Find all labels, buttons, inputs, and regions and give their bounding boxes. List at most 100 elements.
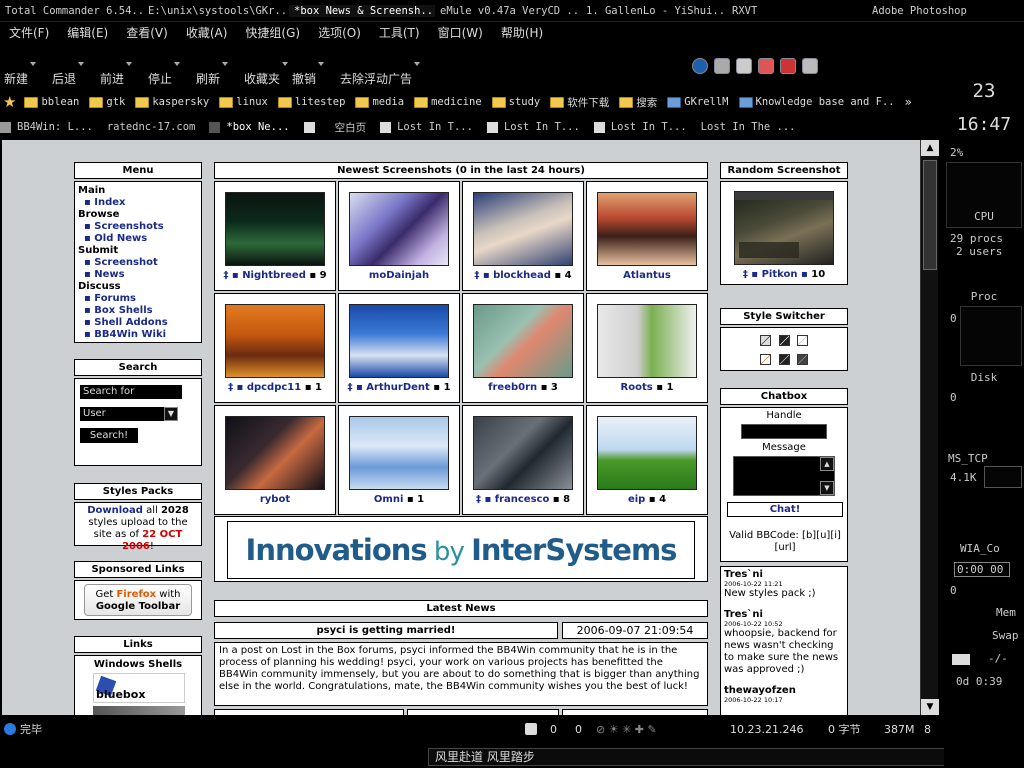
tab-blank[interactable]: 空白页	[335, 120, 367, 135]
style-swatch-3[interactable]	[796, 335, 808, 346]
nav-submit-screenshot[interactable]: Screenshot	[78, 257, 198, 269]
menu-options[interactable]: 选项(O)	[309, 24, 370, 44]
handle-input[interactable]	[741, 424, 827, 439]
stop-button[interactable]: 停止	[148, 62, 181, 87]
fav-media[interactable]: media	[355, 96, 404, 108]
scroll-down-arrow-icon[interactable]: ▼	[921, 699, 939, 715]
screenshot-author-link[interactable]: francesco	[495, 494, 550, 505]
tab-lost-3[interactable]: Lost In T...	[593, 121, 687, 133]
favorites-button[interactable]: 收藏夹	[244, 62, 289, 87]
fav-bblean[interactable]: bblean	[24, 96, 79, 108]
task-rxvt[interactable]: RXVT	[727, 5, 867, 17]
nav-screenshots[interactable]: Screenshots	[78, 221, 198, 233]
menu-edit[interactable]: 编辑(E)	[58, 24, 117, 44]
menu-shortcuts[interactable]: 快捷组(G)	[236, 24, 309, 44]
menu-help[interactable]: 帮助(H)	[492, 24, 552, 44]
nav-submit-news[interactable]: News	[78, 269, 198, 281]
fav-medicine[interactable]: medicine	[414, 96, 482, 108]
screenshot-thumbnail[interactable]	[473, 192, 573, 266]
screenshot-author-link[interactable]: Nightbreed	[242, 270, 306, 281]
screenshot-author-link[interactable]: eip	[628, 494, 645, 505]
fav-study[interactable]: study	[491, 96, 540, 108]
intersystems-ad-banner[interactable]: Innovations by InterSystems	[227, 521, 695, 579]
more-favorites-chevron-icon[interactable]: »	[905, 95, 912, 109]
news-title[interactable]: psyci is getting married!	[214, 622, 558, 639]
nav-box-shells[interactable]: Box Shells	[78, 305, 198, 317]
fav-knowledge-base[interactable]: Knowledge base and F..	[738, 96, 895, 108]
fav-gkrellm[interactable]: GKrellM	[667, 96, 729, 108]
search-input[interactable]: Search for	[80, 385, 182, 399]
style-swatch-1[interactable]	[760, 335, 772, 346]
firefox-google-toolbar-ad[interactable]: Get Firefox with Google Toolbar	[84, 584, 192, 616]
tab-lost-1[interactable]: Lost In T...	[380, 121, 473, 133]
screenshot-thumbnail[interactable]	[597, 192, 697, 266]
screenshot-author-link[interactable]: dpcdpc11	[247, 382, 301, 393]
nav-old-news[interactable]: Old News	[78, 233, 198, 245]
random-author-link[interactable]: Pitkon	[762, 269, 798, 280]
screenshot-thumbnail[interactable]	[225, 192, 325, 266]
new-button[interactable]: 新建	[4, 62, 37, 87]
nav-forums[interactable]: Forums	[78, 293, 198, 305]
task-explorer[interactable]: E:\unix\systools\GKr...	[143, 5, 289, 17]
screenshot-thumbnail[interactable]	[597, 304, 697, 378]
page-scrollbar[interactable]: ▲ ▼	[920, 140, 939, 715]
fav-software-download[interactable]: 软件下载	[550, 95, 609, 110]
screenshot-author-link[interactable]: ArthurDent	[366, 382, 430, 393]
nav-shell-addons[interactable]: Shell Addons	[78, 317, 198, 329]
scrollbar-thumb[interactable]	[923, 160, 937, 270]
tab-box-news[interactable]: *box Ne...	[209, 121, 290, 133]
menu-file[interactable]: 文件(F)	[0, 24, 58, 44]
screenshot-thumbnail[interactable]	[473, 304, 573, 378]
block-popup-icon[interactable]	[780, 58, 796, 74]
random-screenshot-thumbnail[interactable]	[734, 191, 834, 265]
nav-bb4win-wiki[interactable]: BB4Win Wiki	[78, 329, 198, 341]
undo-button[interactable]: 撤销	[292, 62, 325, 87]
favorites-star-icon[interactable]: ★	[3, 93, 16, 111]
screenshot-thumbnail[interactable]	[597, 416, 697, 490]
tab-bb4win[interactable]: BB4Win: L...	[0, 121, 93, 133]
style-swatch-4[interactable]	[760, 354, 772, 365]
eraser-icon[interactable]	[736, 58, 752, 74]
menu-view[interactable]: 查看(V)	[117, 24, 177, 44]
screenshot-author-link[interactable]: blockhead	[493, 270, 551, 281]
task-emule[interactable]: eMule v0.47a VeryCD ...	[435, 5, 581, 17]
screenshot-thumbnail[interactable]	[349, 416, 449, 490]
message-textarea[interactable]: ▲ ▼	[733, 456, 835, 496]
back-button[interactable]: 后退	[52, 62, 85, 87]
shell-banner[interactable]	[93, 706, 185, 715]
screenshot-thumbnail[interactable]	[225, 416, 325, 490]
task-gallenlo[interactable]: 1. GallenLo - YiShui...	[581, 5, 727, 17]
screenshot-author-link[interactable]: freeb0rn	[488, 382, 537, 393]
bluebox-link[interactable]: bluebox	[93, 673, 185, 703]
scroll-down-icon[interactable]: ▼	[820, 481, 834, 495]
refresh-button[interactable]: 刷新	[196, 62, 229, 87]
screenshot-thumbnail[interactable]	[473, 416, 573, 490]
screenshot-author-link[interactable]: Roots	[621, 382, 653, 393]
safari-icon[interactable]	[692, 58, 708, 74]
search-button[interactable]: Search!	[80, 428, 138, 443]
mail-icon[interactable]	[952, 654, 970, 665]
tab-play[interactable]	[303, 121, 321, 133]
task-photoshop[interactable]: Adobe Photoshop	[867, 5, 967, 17]
nav-index[interactable]: Index	[78, 197, 198, 209]
tab-lost-4[interactable]: Lost In The ...	[701, 121, 796, 133]
block-image-icon[interactable]	[758, 58, 774, 74]
style-swatch-2[interactable]	[778, 335, 790, 346]
popup-icon[interactable]	[525, 723, 537, 735]
fav-linux[interactable]: linux	[219, 96, 268, 108]
menu-favorites[interactable]: 收藏(A)	[177, 24, 237, 44]
style-swatch-6[interactable]	[796, 354, 808, 365]
fav-gtk[interactable]: gtk	[89, 96, 125, 108]
remove-float-ads-button[interactable]: 去除浮动广告	[340, 62, 421, 87]
screenshot-author-link[interactable]: Omni	[374, 494, 403, 505]
screenshot-thumbnail[interactable]	[349, 304, 449, 378]
scroll-up-arrow-icon[interactable]: ▲	[921, 140, 939, 156]
screenshot-thumbnail[interactable]	[349, 192, 449, 266]
menu-window[interactable]: 窗口(W)	[429, 24, 492, 44]
screenshot-author-link[interactable]: rybot	[260, 494, 290, 505]
screenshot-author-link[interactable]: moDainjah	[369, 270, 429, 281]
screenshot-author-link[interactable]: Atlantus	[623, 270, 671, 281]
fav-kaspersky[interactable]: kaspersky	[135, 96, 209, 108]
scroll-up-icon[interactable]: ▲	[820, 457, 834, 471]
fav-litestep[interactable]: litestep	[277, 96, 345, 108]
